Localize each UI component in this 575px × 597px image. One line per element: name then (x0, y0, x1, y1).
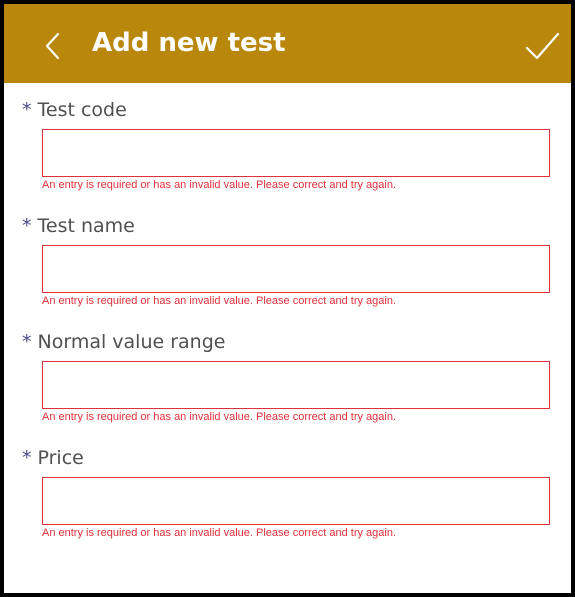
header-bar: Add new test (4, 4, 571, 83)
back-button[interactable] (36, 26, 70, 66)
normal-value-range-label: * Normal value range (22, 327, 225, 357)
price-field: * Price An entry is required or has an in… (4, 439, 571, 555)
normal-value-range-input[interactable] (42, 361, 550, 409)
test-name-input[interactable] (42, 245, 550, 293)
required-asterisk: * (22, 447, 32, 469)
price-error: An entry is required or has an invalid v… (42, 527, 397, 539)
chevron-left-icon (36, 26, 70, 66)
required-asterisk: * (22, 99, 32, 121)
page-title: Add new test (92, 28, 286, 58)
test-code-input[interactable] (42, 129, 550, 177)
test-code-error: An entry is required or has an invalid v… (42, 179, 397, 191)
checkmark-icon (522, 26, 562, 66)
test-name-error: An entry is required or has an invalid v… (42, 295, 397, 307)
app-screen: Add new test * Test code An entry is requ… (0, 0, 575, 597)
required-asterisk: * (22, 215, 32, 237)
required-asterisk: * (22, 331, 32, 353)
test-code-field: * Test code An entry is required or has a… (4, 91, 571, 207)
normal-value-range-field: * Normal value range An entry is required… (4, 323, 571, 439)
test-code-label-text: Test code (37, 99, 127, 121)
normal-value-range-label-text: Normal value range (37, 331, 226, 353)
test-name-field: * Test name An entry is required or has a… (4, 207, 571, 323)
save-button[interactable] (522, 26, 562, 66)
price-input[interactable] (42, 477, 550, 525)
price-label-text: Price (37, 447, 84, 469)
price-label: * Price (22, 443, 84, 473)
test-name-label-text: Test name (37, 215, 135, 237)
test-code-label: * Test code (22, 95, 127, 125)
normal-value-range-error: An entry is required or has an invalid v… (42, 411, 397, 423)
test-name-label: * Test name (22, 211, 135, 241)
